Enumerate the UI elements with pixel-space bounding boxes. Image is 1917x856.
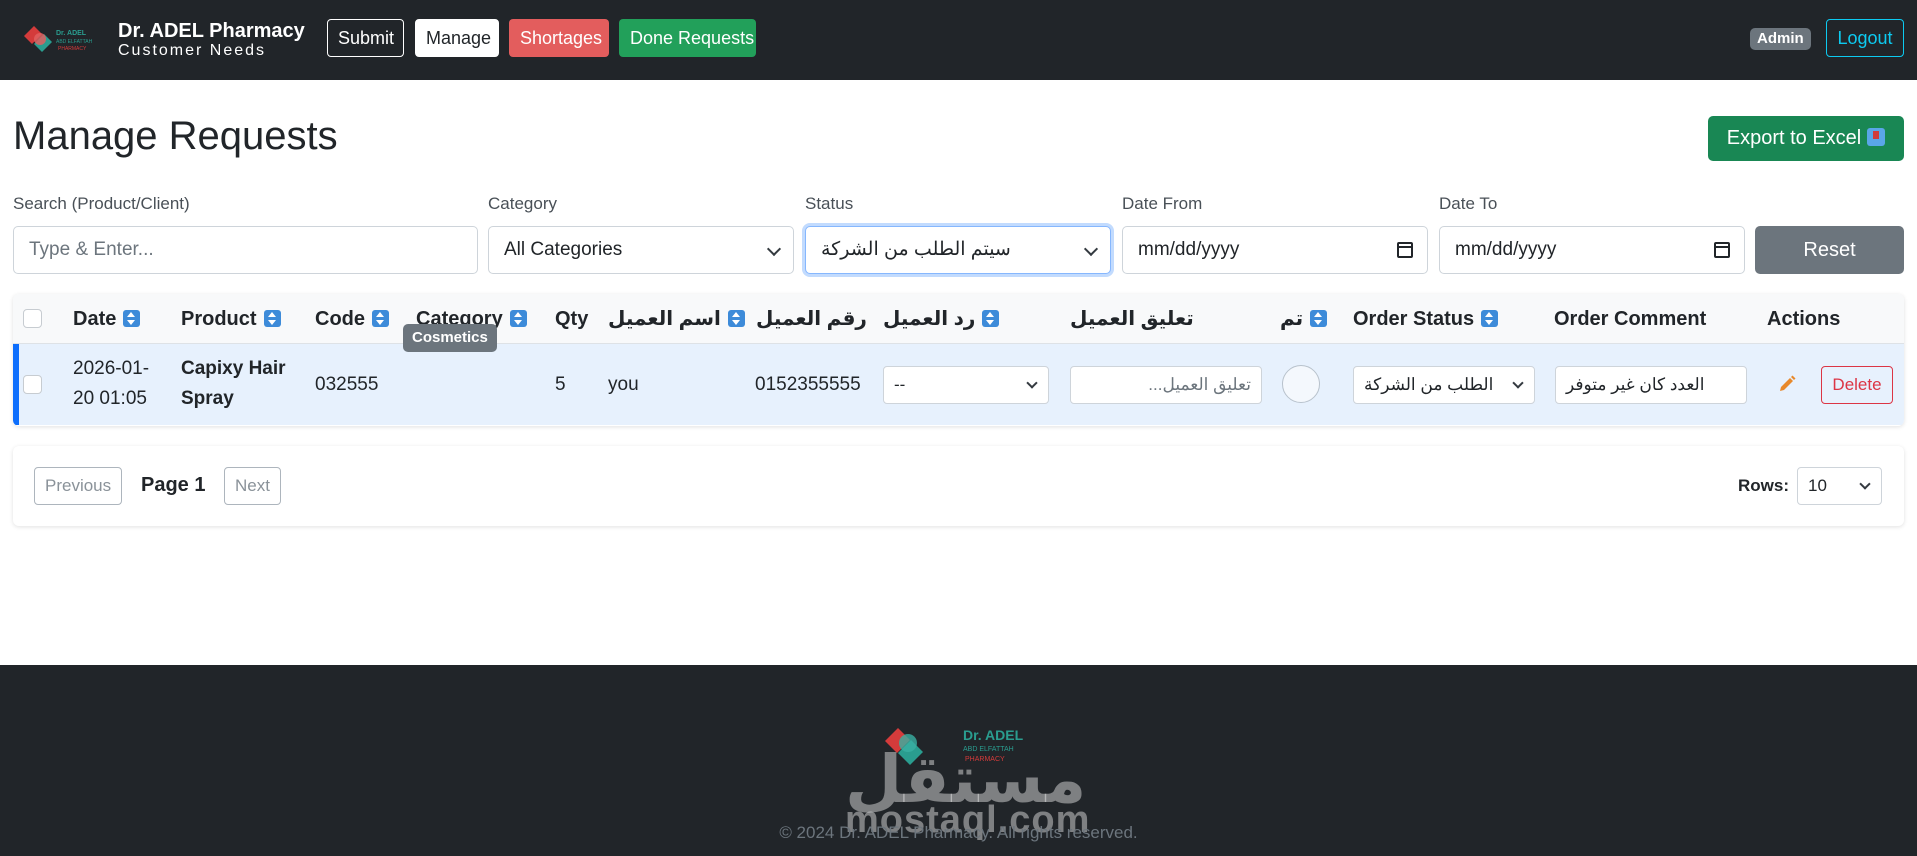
chevron-down-icon [1859, 478, 1871, 490]
row-client-name: you [608, 374, 639, 395]
header-order-status[interactable]: Order Status [1353, 307, 1499, 331]
sort-icon[interactable] [727, 310, 745, 327]
row-date-line2: 20 01:05 [73, 388, 147, 409]
sort-icon[interactable] [509, 310, 527, 327]
header-product[interactable]: Product [181, 307, 281, 331]
header-client-phone: رقم العميل [756, 308, 867, 330]
brand-title: Dr. ADEL Pharmacy [118, 20, 305, 42]
header-qty: Qty [555, 308, 589, 330]
pencil-icon[interactable] [1777, 374, 1797, 394]
copyright-text: © 2024 Dr. ADEL Pharmacy. All rights res… [779, 823, 1138, 842]
sort-icon[interactable] [1481, 310, 1499, 327]
category-label: Category [488, 194, 557, 213]
status-select[interactable]: سيتم الطلب من الشركة [805, 226, 1111, 274]
brand[interactable]: Dr. ADEL Pharmacy Customer Needs [118, 20, 305, 60]
rows-per-page-select[interactable]: 10 [1797, 467, 1882, 505]
page-title: Manage Requests [13, 114, 338, 158]
header-client-reply[interactable]: رد العميل [883, 307, 1000, 331]
pagination-bar [13, 446, 1904, 526]
header-client-comment: تعليق العميل [1070, 308, 1194, 330]
calendar-icon[interactable] [1397, 242, 1413, 258]
footer-logo-text: Dr. ADEL [963, 727, 1024, 743]
select-all-checkbox[interactable] [23, 309, 42, 328]
delete-button[interactable]: Delete [1821, 366, 1893, 404]
header-client-reply-label: رد العميل [883, 308, 976, 330]
navbar: Dr. ADEL ABD ELFATTAH PHARMACY Dr. ADEL … [0, 0, 1917, 80]
row-client-phone: 0152355555 [755, 374, 861, 395]
search-input[interactable]: Type & Enter... [13, 226, 478, 274]
export-excel-button[interactable]: Export to Excel [1708, 116, 1904, 161]
header-date-label: Date [73, 308, 117, 330]
nav-done-requests-button[interactable]: Done Requests [619, 19, 756, 57]
logo-subtext: ABD ELFATTAH [56, 39, 93, 45]
header-product-label: Product [181, 308, 257, 330]
status-select-value: سيتم الطلب من الشركة [821, 239, 1011, 260]
nav-manage-button[interactable]: Manage [415, 19, 499, 57]
rows-per-page-value: 10 [1808, 476, 1827, 495]
date-to-input[interactable]: mm/dd/yyyy [1439, 226, 1745, 274]
export-label: Export to Excel [1726, 127, 1862, 149]
order-status-select[interactable]: الطلب من الشركة [1353, 366, 1535, 404]
nav-shortages-button[interactable]: Shortages [509, 19, 609, 57]
chevron-down-icon [1512, 377, 1524, 389]
category-badge: Cosmetics [403, 324, 497, 352]
date-from-placeholder: mm/dd/yyyy [1138, 239, 1240, 260]
logout-button[interactable]: Logout [1826, 19, 1904, 57]
row-qty: 5 [555, 374, 566, 395]
header-code[interactable]: Code [315, 307, 389, 331]
client-reply-value: -- [894, 375, 906, 394]
sort-icon[interactable] [372, 310, 389, 327]
header-date[interactable]: Date [73, 307, 141, 331]
category-select-value: All Categories [504, 239, 623, 260]
date-from-label: Date From [1122, 194, 1203, 213]
inbox-tray-icon [1867, 128, 1886, 146]
reset-button[interactable]: Reset [1755, 226, 1904, 274]
previous-button[interactable]: Previous [34, 467, 123, 505]
rows-label: Rows: [1738, 476, 1789, 495]
requests-table: Date Product Code Category Qty اسم العمي… [13, 294, 1904, 426]
brand-subtitle: Customer Needs [118, 42, 267, 59]
nav-submit-button[interactable]: Submit [327, 19, 404, 57]
sort-icon[interactable] [1310, 310, 1328, 327]
logo-subtext2: PHARMACY [58, 46, 87, 52]
page-indicator: Page 1 [141, 474, 206, 496]
chevron-down-icon [1026, 377, 1038, 389]
header-order-status-label: Order Status [1353, 308, 1475, 330]
row-checkbox[interactable] [23, 375, 42, 394]
header-done-label: تم [1280, 308, 1304, 330]
header-client-name[interactable]: اسم العميل [608, 307, 745, 331]
header-client-name-label: اسم العميل [608, 308, 721, 330]
status-label: Status [805, 194, 854, 213]
sort-icon[interactable] [263, 310, 281, 327]
order-status-value: الطلب من الشركة [1364, 375, 1494, 394]
header-done[interactable]: تم [1280, 307, 1328, 331]
client-reply-select[interactable]: -- [883, 366, 1049, 404]
sort-icon[interactable] [123, 310, 141, 327]
row-date-line1: 2026-01- [73, 358, 150, 379]
order-comment-input[interactable]: العدد كان غير متوفر [1555, 366, 1747, 404]
chevron-down-icon [766, 241, 782, 257]
search-label: Search (Product/Client) [13, 194, 190, 213]
done-toggle[interactable] [1282, 365, 1320, 403]
header-code-label: Code [315, 308, 365, 330]
row-product-line1: Capixy Hair [181, 358, 286, 379]
category-select[interactable]: All Categories [488, 226, 794, 274]
pharmacy-logo[interactable]: Dr. ADEL ABD ELFATTAH PHARMACY [20, 22, 98, 58]
header-actions: Actions [1767, 308, 1841, 330]
calendar-icon[interactable] [1714, 242, 1730, 258]
logo-text: Dr. ADEL [56, 30, 87, 37]
row-code: 032555 [315, 374, 379, 395]
table-header: Date Product Code Category Qty اسم العمي… [13, 294, 1904, 344]
client-comment-input[interactable]: تعليق العميل... [1070, 366, 1262, 404]
date-to-placeholder: mm/dd/yyyy [1455, 239, 1557, 260]
date-from-input[interactable]: mm/dd/yyyy [1122, 226, 1428, 274]
date-to-label: Date To [1439, 194, 1498, 213]
user-role-badge: Admin [1750, 28, 1811, 50]
chevron-down-icon [1083, 241, 1099, 257]
sort-icon[interactable] [982, 310, 1000, 327]
header-order-comment: Order Comment [1554, 308, 1707, 330]
row-product-line2: Spray [181, 388, 234, 409]
next-button[interactable]: Next [224, 467, 281, 505]
